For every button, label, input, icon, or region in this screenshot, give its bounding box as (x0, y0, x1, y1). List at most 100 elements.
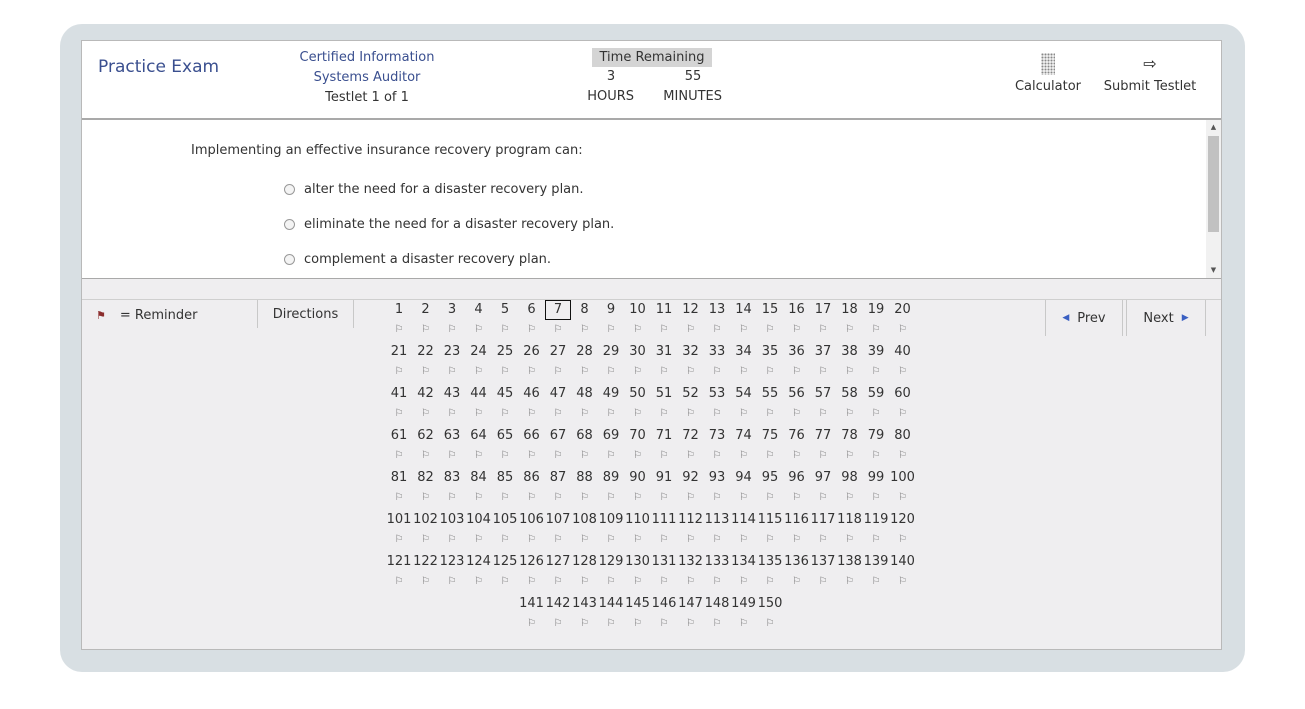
flag-outline-icon[interactable]: ⚐ (678, 404, 704, 424)
flag-outline-icon[interactable]: ⚐ (598, 488, 624, 508)
flag-outline-icon[interactable]: ⚐ (837, 530, 863, 550)
radio-button[interactable] (284, 254, 295, 265)
flag-outline-icon[interactable]: ⚐ (386, 362, 412, 382)
question-nav-item[interactable]: 84 ⚐ (466, 468, 492, 508)
flag-outline-icon[interactable]: ⚐ (863, 530, 889, 550)
question-nav-item[interactable]: 5 ⚐ (492, 300, 518, 340)
question-nav-item[interactable]: 69 ⚐ (598, 426, 624, 466)
question-nav-item[interactable]: 17 ⚐ (810, 300, 836, 340)
flag-outline-icon[interactable]: ⚐ (545, 614, 571, 634)
question-nav-item[interactable]: 150 ⚐ (757, 594, 783, 634)
flag-outline-icon[interactable]: ⚐ (678, 362, 704, 382)
question-nav-item[interactable]: 101 ⚐ (386, 510, 412, 550)
question-nav-item[interactable]: 63 ⚐ (439, 426, 465, 466)
question-nav-item[interactable]: 106 ⚐ (519, 510, 545, 550)
flag-outline-icon[interactable]: ⚐ (598, 320, 624, 340)
flag-outline-icon[interactable]: ⚐ (863, 446, 889, 466)
question-nav-item[interactable]: 25 ⚐ (492, 342, 518, 382)
flag-outline-icon[interactable]: ⚐ (625, 320, 651, 340)
question-nav-item[interactable]: 120 ⚐ (890, 510, 916, 550)
flag-outline-icon[interactable]: ⚐ (545, 446, 571, 466)
flag-outline-icon[interactable]: ⚐ (784, 404, 810, 424)
question-nav-item[interactable]: 27 ⚐ (545, 342, 571, 382)
question-nav-item[interactable]: 130 ⚐ (625, 552, 651, 592)
question-nav-item[interactable]: 79 ⚐ (863, 426, 889, 466)
question-nav-item[interactable]: 18 ⚐ (837, 300, 863, 340)
flag-outline-icon[interactable]: ⚐ (757, 362, 783, 382)
flag-outline-icon[interactable]: ⚐ (572, 530, 598, 550)
flag-outline-icon[interactable]: ⚐ (704, 446, 730, 466)
flag-outline-icon[interactable]: ⚐ (837, 404, 863, 424)
question-nav-item[interactable]: 53 ⚐ (704, 384, 730, 424)
question-nav-item[interactable]: 140 ⚐ (890, 552, 916, 592)
flag-outline-icon[interactable]: ⚐ (678, 320, 704, 340)
flag-outline-icon[interactable]: ⚐ (598, 404, 624, 424)
question-nav-item[interactable]: 43 ⚐ (439, 384, 465, 424)
question-nav-item[interactable]: 104 ⚐ (466, 510, 492, 550)
question-nav-item[interactable]: 4 ⚐ (466, 300, 492, 340)
flag-outline-icon[interactable]: ⚐ (519, 320, 545, 340)
flag-outline-icon[interactable]: ⚐ (413, 320, 439, 340)
flag-outline-icon[interactable]: ⚐ (731, 362, 757, 382)
flag-outline-icon[interactable]: ⚐ (784, 320, 810, 340)
flag-outline-icon[interactable]: ⚐ (386, 488, 412, 508)
flag-outline-icon[interactable]: ⚐ (731, 488, 757, 508)
flag-outline-icon[interactable]: ⚐ (466, 320, 492, 340)
question-nav-item[interactable]: 64 ⚐ (466, 426, 492, 466)
question-nav-item[interactable]: 73 ⚐ (704, 426, 730, 466)
flag-outline-icon[interactable]: ⚐ (863, 488, 889, 508)
flag-outline-icon[interactable]: ⚐ (466, 530, 492, 550)
question-nav-item[interactable]: 141 ⚐ (519, 594, 545, 634)
question-nav-item[interactable]: 31 ⚐ (651, 342, 677, 382)
question-nav-item[interactable]: 48 ⚐ (572, 384, 598, 424)
question-nav-item[interactable]: 66 ⚐ (519, 426, 545, 466)
question-nav-item[interactable]: 11 ⚐ (651, 300, 677, 340)
question-nav-item[interactable]: 110 ⚐ (625, 510, 651, 550)
flag-outline-icon[interactable]: ⚐ (492, 404, 518, 424)
answer-option-b[interactable]: eliminate the need for a disaster recove… (284, 217, 614, 232)
flag-outline-icon[interactable]: ⚐ (545, 488, 571, 508)
question-nav-item[interactable]: 134 ⚐ (731, 552, 757, 592)
flag-outline-icon[interactable]: ⚐ (413, 404, 439, 424)
flag-outline-icon[interactable]: ⚐ (784, 446, 810, 466)
flag-outline-icon[interactable]: ⚐ (784, 530, 810, 550)
flag-outline-icon[interactable]: ⚐ (704, 614, 730, 634)
question-nav-item[interactable]: 71 ⚐ (651, 426, 677, 466)
radio-button[interactable] (284, 219, 295, 230)
question-nav-item[interactable]: 94 ⚐ (731, 468, 757, 508)
question-nav-item[interactable]: 41 ⚐ (386, 384, 412, 424)
question-nav-item[interactable]: 100 ⚐ (890, 468, 916, 508)
question-nav-item[interactable]: 24 ⚐ (466, 342, 492, 382)
question-nav-item[interactable]: 109 ⚐ (598, 510, 624, 550)
flag-outline-icon[interactable]: ⚐ (439, 446, 465, 466)
scroll-down-arrow-icon[interactable]: ▼ (1206, 263, 1221, 278)
question-nav-item[interactable]: 35 ⚐ (757, 342, 783, 382)
flag-outline-icon[interactable]: ⚐ (890, 572, 916, 592)
question-nav-item[interactable]: 105 ⚐ (492, 510, 518, 550)
question-nav-item[interactable]: 119 ⚐ (863, 510, 889, 550)
flag-outline-icon[interactable]: ⚐ (625, 488, 651, 508)
question-nav-item[interactable]: 115 ⚐ (757, 510, 783, 550)
flag-outline-icon[interactable]: ⚐ (492, 320, 518, 340)
flag-outline-icon[interactable]: ⚐ (810, 320, 836, 340)
question-nav-item[interactable]: 90 ⚐ (625, 468, 651, 508)
flag-outline-icon[interactable]: ⚐ (784, 362, 810, 382)
flag-outline-icon[interactable]: ⚐ (810, 362, 836, 382)
directions-button[interactable]: Directions (257, 300, 354, 328)
submit-testlet-button[interactable]: ⇨ Submit Testlet (1096, 53, 1204, 94)
question-nav-item[interactable]: 117 ⚐ (810, 510, 836, 550)
question-nav-item[interactable]: 135 ⚐ (757, 552, 783, 592)
question-nav-item[interactable]: 136 ⚐ (784, 552, 810, 592)
flag-outline-icon[interactable]: ⚐ (863, 362, 889, 382)
flag-outline-icon[interactable]: ⚐ (810, 488, 836, 508)
flag-outline-icon[interactable]: ⚐ (731, 614, 757, 634)
question-nav-item[interactable]: 128 ⚐ (572, 552, 598, 592)
flag-outline-icon[interactable]: ⚐ (704, 362, 730, 382)
flag-outline-icon[interactable]: ⚐ (757, 530, 783, 550)
flag-outline-icon[interactable]: ⚐ (519, 572, 545, 592)
question-nav-item[interactable]: 62 ⚐ (413, 426, 439, 466)
question-nav-item[interactable]: 44 ⚐ (466, 384, 492, 424)
flag-outline-icon[interactable]: ⚐ (545, 362, 571, 382)
flag-outline-icon[interactable]: ⚐ (651, 614, 677, 634)
flag-outline-icon[interactable]: ⚐ (837, 446, 863, 466)
